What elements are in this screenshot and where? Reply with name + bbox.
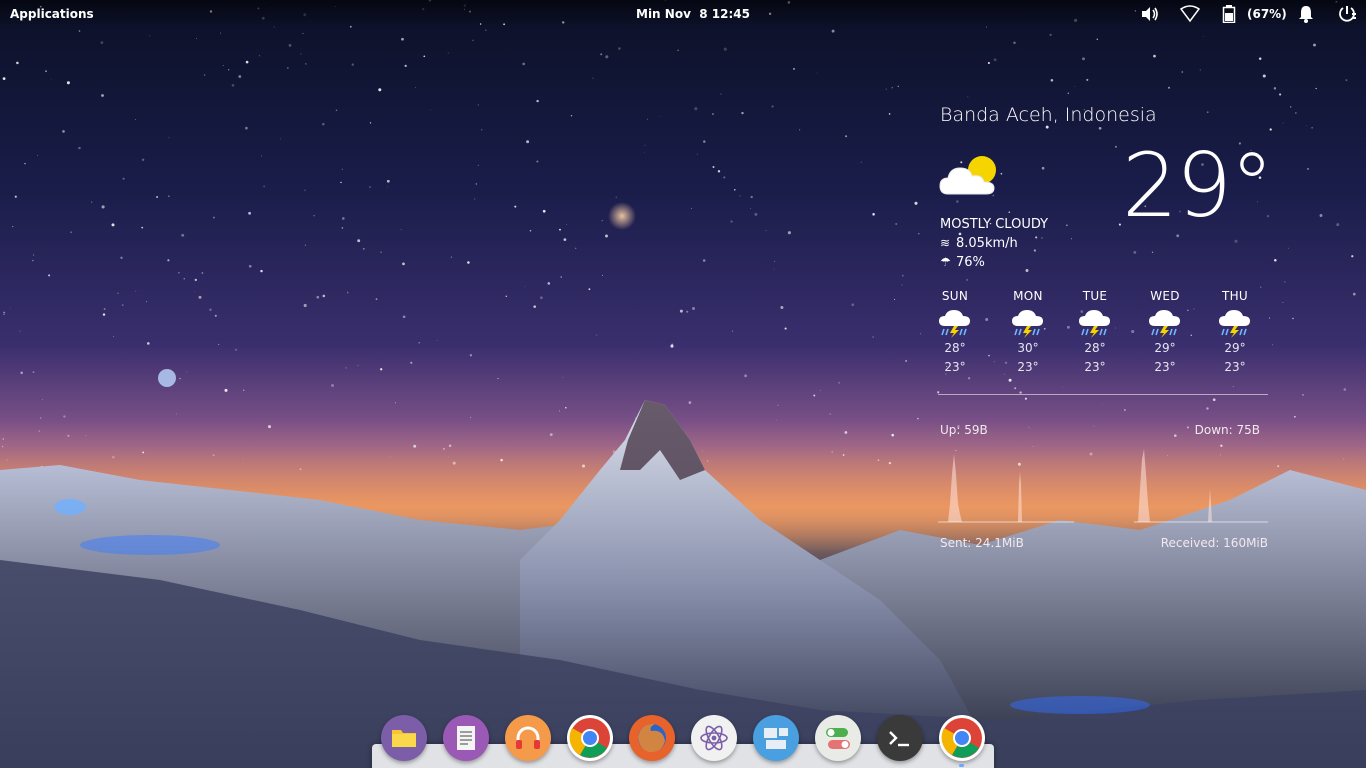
atom-icon xyxy=(700,725,728,751)
wind-icon: ≋ xyxy=(940,236,951,250)
thunderstorm-icon xyxy=(1078,309,1112,339)
weather-humidity-value: 76% xyxy=(956,255,985,270)
dock-files-launcher[interactable] xyxy=(381,715,427,761)
forecast-high: 28° xyxy=(944,341,966,355)
toggle-icon xyxy=(826,728,850,749)
wifi-icon[interactable] xyxy=(1180,5,1200,23)
weather-humidity-row: ☂ 76% xyxy=(940,255,985,270)
thunderstorm-icon xyxy=(1011,309,1045,339)
dock-text-editor-launcher[interactable] xyxy=(443,715,489,761)
partly-cloudy-icon xyxy=(938,150,1002,204)
forecast-low: 23° xyxy=(1017,360,1039,374)
volume-icon[interactable] xyxy=(1140,5,1160,23)
network-monitor-widget: Up: 59B Down: 75B Sent: 24.1MiB Received… xyxy=(938,420,1268,560)
forecast-day-name: MON xyxy=(1013,289,1043,303)
forecast-day: WED 29° 23° xyxy=(1140,289,1190,377)
top-panel: Applications Min Nov 8 12:45 (67%) xyxy=(0,0,1366,28)
network-traffic-graph xyxy=(938,449,1268,523)
weather-condition: MOSTLY CLOUDY xyxy=(940,217,1049,232)
network-total-received: Received: 160MiB xyxy=(1160,536,1268,550)
forecast-day: TUE 28° 23° xyxy=(1070,289,1120,377)
clock-datetime[interactable]: Min Nov 8 12:45 xyxy=(636,7,750,21)
network-total-sent: Sent: 24.1MiB xyxy=(940,536,1024,550)
forecast-high: 29° xyxy=(1154,341,1176,355)
weather-wind-speed: 8.05km/h xyxy=(956,236,1018,251)
folder-icon xyxy=(392,730,416,747)
forecast-day-name: TUE xyxy=(1082,289,1108,303)
dock-firefox-launcher[interactable] xyxy=(629,715,675,761)
network-download-rate: Down: 75B xyxy=(1194,423,1260,437)
thunderstorm-icon xyxy=(1218,309,1252,339)
thunderstorm-icon xyxy=(1148,309,1182,339)
forecast-low: 23° xyxy=(1224,360,1246,374)
dock-chrome-running-launcher[interactable] xyxy=(939,715,985,761)
dock-settings-toggle-launcher[interactable] xyxy=(815,715,861,761)
firefox-icon xyxy=(638,723,666,753)
applications-menu-button[interactable]: Applications xyxy=(10,7,94,21)
thunderstorm-icon xyxy=(938,309,972,339)
forecast-day: SUN 28° 23° xyxy=(930,289,980,377)
windows-icon xyxy=(764,728,788,749)
forecast-day-name: SUN xyxy=(941,289,969,303)
divider xyxy=(938,394,1268,395)
dock-terminal-launcher[interactable] xyxy=(877,715,923,761)
battery-percent[interactable]: (67%) xyxy=(1247,7,1287,21)
forecast-day: MON 30° 23° xyxy=(1003,289,1053,377)
weather-wind-row: ≋ 8.05km/h xyxy=(940,236,1018,251)
forecast-high: 29° xyxy=(1224,341,1246,355)
headphones-icon xyxy=(516,726,540,749)
notifications-bell-icon[interactable] xyxy=(1297,5,1315,23)
umbrella-icon: ☂ xyxy=(940,255,951,269)
forecast-high: 28° xyxy=(1084,341,1106,355)
forecast-strip: SUN 28° 23° MON 30° 23° TUE 28° 23° WED … xyxy=(938,289,1268,379)
forecast-high: 30° xyxy=(1017,341,1039,355)
power-session-icon[interactable] xyxy=(1337,5,1357,23)
chrome-icon xyxy=(941,718,982,758)
forecast-day-name: THU xyxy=(1221,289,1249,303)
dock-atom-launcher[interactable] xyxy=(691,715,737,761)
forecast-low: 23° xyxy=(1154,360,1176,374)
dock-music-player-launcher[interactable] xyxy=(505,715,551,761)
forecast-day: THU 29° 23° xyxy=(1210,289,1260,377)
wallpaper-image xyxy=(0,0,1366,768)
weather-current-temperature: 29° xyxy=(1122,134,1274,237)
forecast-day-name: WED xyxy=(1150,289,1180,303)
forecast-low: 23° xyxy=(944,360,966,374)
document-icon xyxy=(457,726,475,750)
dock-window-manager-launcher[interactable] xyxy=(753,715,799,761)
dock-chrome-launcher[interactable] xyxy=(567,715,613,761)
terminal-icon xyxy=(889,731,909,747)
weather-location: Banda Aceh, Indonesia xyxy=(940,104,1157,126)
desktop: Applications Min Nov 8 12:45 (67%) Banda… xyxy=(0,0,1366,768)
forecast-low: 23° xyxy=(1084,360,1106,374)
running-app-indicator xyxy=(959,764,964,767)
chrome-icon xyxy=(569,718,610,758)
battery-icon[interactable] xyxy=(1222,5,1236,23)
network-upload-rate: Up: 59B xyxy=(940,423,988,437)
